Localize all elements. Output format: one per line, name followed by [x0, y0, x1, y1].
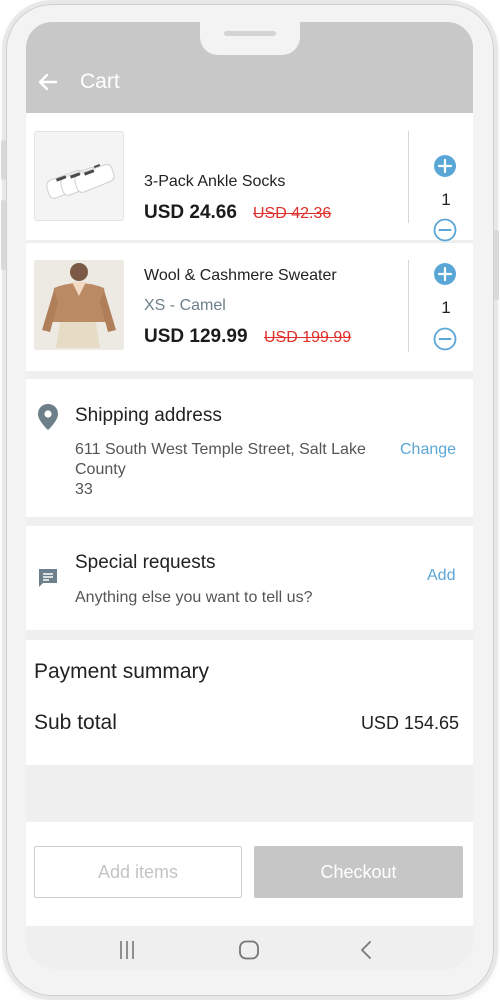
section-title: Special requests [75, 552, 216, 573]
camera-notch [200, 22, 300, 55]
product-name[interactable]: 3-Pack Ankle Socks [144, 173, 285, 191]
plus-circle-icon[interactable] [433, 262, 457, 286]
product-variant: XS - Camel [144, 297, 226, 314]
product-name[interactable]: Wool & Cashmere Sweater [144, 267, 337, 285]
location-pin-icon [38, 404, 58, 430]
system-nav-bar [26, 926, 473, 969]
add-items-button[interactable]: Add items [34, 846, 242, 898]
subtotal-value: USD 154.65 [360, 713, 459, 733]
special-requests-input[interactable]: Anything else you want to tell us? [75, 589, 312, 607]
nav-recents-icon[interactable] [118, 940, 136, 960]
address-line: 33 [75, 481, 93, 498]
quantity-value: 1 [441, 298, 451, 317]
cart-item: 3-Pack Ankle Socks USD 24.66 USD 42.36 1 [26, 113, 473, 242]
nav-home-icon[interactable] [238, 940, 260, 960]
checkout-button[interactable]: Checkout [254, 846, 463, 898]
divider [408, 260, 409, 352]
back-arrow-icon[interactable] [36, 70, 60, 94]
socks-image [46, 164, 115, 199]
add-request-link[interactable]: Add [427, 567, 455, 585]
original-price: USD 199.99 [264, 329, 352, 346]
special-requests-card: Special requests Anything else you want … [26, 526, 473, 630]
payment-summary-card: Payment summary Sub total USD 154.65 [26, 640, 473, 765]
section-title: Shipping address [75, 405, 222, 426]
address-line: 611 South West Temple Street, Salt Lake … [75, 441, 366, 478]
cart-item: Wool & Cashmere Sweater XS - Camel USD 1… [26, 242, 473, 371]
minus-circle-icon[interactable] [433, 327, 457, 351]
message-icon [39, 569, 57, 587]
address-text: 611 South West Temple Street, Salt Lake … [75, 440, 385, 500]
sweater-image [34, 260, 124, 350]
divider [408, 131, 409, 223]
section-title: Payment summary [34, 660, 210, 683]
product-image-socks[interactable] [34, 131, 124, 221]
plus-circle-icon[interactable] [433, 154, 457, 178]
speaker-grille [224, 31, 276, 36]
product-price: USD 24.66 [144, 202, 237, 223]
shipping-address-card: Shipping address 611 South West Temple S… [26, 379, 473, 517]
minus-circle-icon[interactable] [433, 218, 457, 242]
app-screen: Cart 3-Pack Ankle Socks USD 24.66 USD 42… [26, 22, 473, 969]
change-address-link[interactable]: Change [400, 441, 456, 459]
quantity-value: 1 [441, 190, 451, 209]
nav-back-icon[interactable] [359, 940, 373, 960]
subtotal-label: Sub total [34, 711, 117, 734]
phone-side-button [494, 230, 499, 300]
product-price: USD 129.99 [144, 326, 248, 347]
phone-side-button [1, 200, 6, 270]
original-price: USD 42.36 [253, 205, 332, 222]
bottom-action-bar: Add items Checkout [26, 822, 473, 926]
phone-side-button [1, 140, 6, 180]
app-bar: Cart [26, 22, 473, 113]
page-title: Cart [80, 70, 120, 93]
product-image-sweater[interactable] [34, 260, 124, 350]
